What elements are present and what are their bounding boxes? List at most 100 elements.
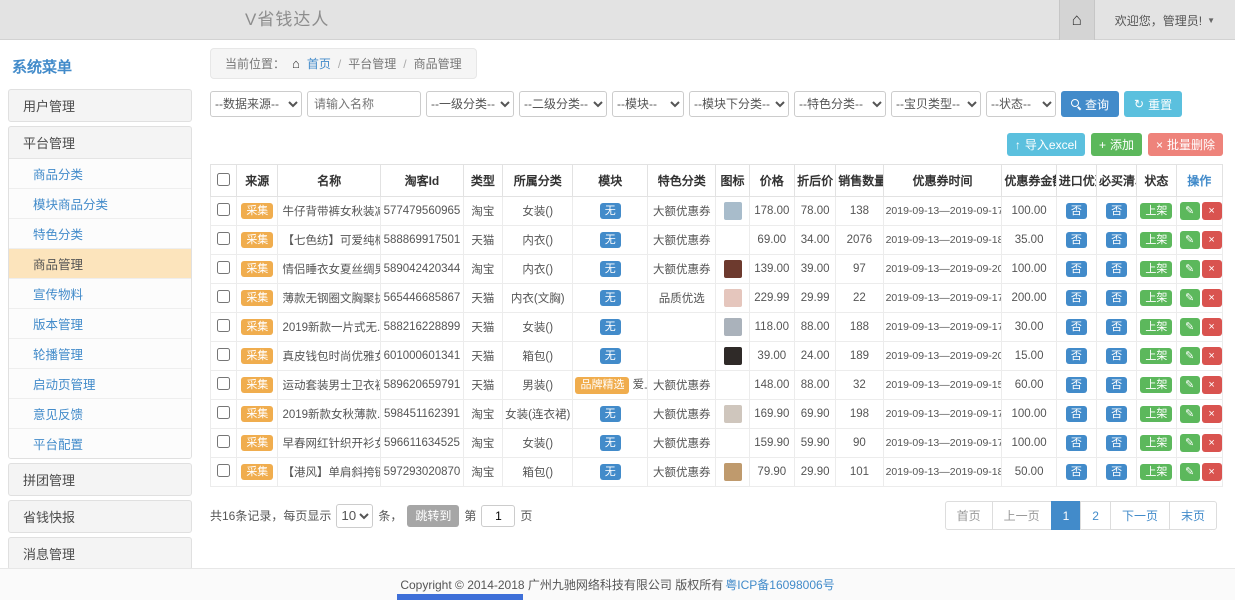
status-badge[interactable]: 上架	[1140, 464, 1172, 480]
status-badge[interactable]: 上架	[1140, 435, 1172, 451]
module-badge[interactable]: 无	[600, 435, 621, 451]
user-menu[interactable]: 欢迎您，管理员! ▼	[1095, 12, 1235, 29]
status-badge[interactable]: 上架	[1140, 232, 1172, 248]
must-buy-badge[interactable]: 否	[1106, 377, 1127, 393]
module-badge[interactable]: 品牌精选	[575, 377, 629, 393]
edit-button[interactable]: ✎	[1180, 289, 1200, 307]
edit-button[interactable]: ✎	[1180, 463, 1200, 481]
row-checkbox[interactable]	[217, 435, 230, 448]
page-button-0[interactable]: 首页	[945, 501, 993, 530]
status-select[interactable]: --状态--	[986, 91, 1056, 117]
level1-category-select[interactable]: --一级分类--	[426, 91, 514, 117]
page-button-3[interactable]: 2	[1080, 501, 1111, 530]
sidebar-subitem-10[interactable]: 意见反馈	[9, 398, 191, 428]
module-badge[interactable]: 无	[600, 261, 621, 277]
status-badge[interactable]: 上架	[1140, 290, 1172, 306]
module-badge[interactable]: 无	[600, 290, 621, 306]
row-checkbox[interactable]	[217, 290, 230, 303]
edit-button[interactable]: ✎	[1180, 434, 1200, 452]
sidebar-subitem-7[interactable]: 版本管理	[9, 308, 191, 338]
must-buy-badge[interactable]: 否	[1106, 348, 1127, 364]
reset-button[interactable]: ↻重置	[1124, 91, 1182, 117]
edit-button[interactable]: ✎	[1180, 231, 1200, 249]
edit-button[interactable]: ✎	[1180, 376, 1200, 394]
must-buy-badge[interactable]: 否	[1106, 232, 1127, 248]
delete-button[interactable]: ×	[1202, 463, 1222, 481]
module-badge[interactable]: 无	[600, 319, 621, 335]
status-badge[interactable]: 上架	[1140, 203, 1172, 219]
sidebar-subitem-8[interactable]: 轮播管理	[9, 338, 191, 368]
per-page-select[interactable]: 10	[336, 504, 373, 528]
icp-link[interactable]: 粤ICP备16098006号	[725, 576, 834, 593]
row-checkbox[interactable]	[217, 348, 230, 361]
row-checkbox[interactable]	[217, 203, 230, 216]
sidebar-item-1[interactable]: 平台管理	[9, 127, 191, 158]
module-badge[interactable]: 无	[600, 464, 621, 480]
import-select-badge[interactable]: 否	[1066, 464, 1087, 480]
search-button[interactable]: 查询	[1061, 91, 1119, 117]
status-badge[interactable]: 上架	[1140, 406, 1172, 422]
row-checkbox[interactable]	[217, 232, 230, 245]
edit-button[interactable]: ✎	[1180, 260, 1200, 278]
jump-page-input[interactable]	[481, 505, 515, 527]
page-button-2[interactable]: 1	[1051, 501, 1082, 530]
module-badge[interactable]: 无	[600, 406, 621, 422]
import-select-badge[interactable]: 否	[1066, 261, 1087, 277]
status-badge[interactable]: 上架	[1140, 348, 1172, 364]
name-input[interactable]	[307, 91, 421, 117]
must-buy-badge[interactable]: 否	[1106, 319, 1127, 335]
delete-button[interactable]: ×	[1202, 260, 1222, 278]
page-button-4[interactable]: 下一页	[1110, 501, 1170, 530]
feature-category-select[interactable]: --特色分类--	[794, 91, 886, 117]
import-select-badge[interactable]: 否	[1066, 319, 1087, 335]
delete-button[interactable]: ×	[1202, 231, 1222, 249]
delete-button[interactable]: ×	[1202, 202, 1222, 220]
sidebar-item-13[interactable]: 省钱快报	[9, 501, 191, 532]
import-excel-button[interactable]: ↑ 导入excel	[1007, 133, 1085, 156]
page-button-5[interactable]: 末页	[1169, 501, 1217, 530]
sidebar-subitem-5[interactable]: 商品管理	[9, 248, 191, 278]
module-badge[interactable]: 无	[600, 348, 621, 364]
import-select-badge[interactable]: 否	[1066, 406, 1087, 422]
must-buy-badge[interactable]: 否	[1106, 290, 1127, 306]
batch-delete-button[interactable]: × 批量删除	[1148, 133, 1223, 156]
import-select-badge[interactable]: 否	[1066, 435, 1087, 451]
sidebar-item-0[interactable]: 用户管理	[9, 90, 191, 121]
delete-button[interactable]: ×	[1202, 405, 1222, 423]
module-badge[interactable]: 无	[600, 203, 621, 219]
import-select-badge[interactable]: 否	[1066, 203, 1087, 219]
module-select[interactable]: --模块--	[612, 91, 684, 117]
sidebar-subitem-11[interactable]: 平台配置	[9, 428, 191, 458]
module-badge[interactable]: 无	[600, 232, 621, 248]
delete-button[interactable]: ×	[1202, 318, 1222, 336]
delete-button[interactable]: ×	[1202, 376, 1222, 394]
row-checkbox[interactable]	[217, 464, 230, 477]
edit-button[interactable]: ✎	[1180, 347, 1200, 365]
delete-button[interactable]: ×	[1202, 434, 1222, 452]
must-buy-badge[interactable]: 否	[1106, 261, 1127, 277]
row-checkbox[interactable]	[217, 377, 230, 390]
import-select-badge[interactable]: 否	[1066, 232, 1087, 248]
home-button[interactable]: ⌂	[1059, 0, 1095, 40]
select-all-checkbox[interactable]	[217, 173, 230, 186]
import-select-badge[interactable]: 否	[1066, 377, 1087, 393]
import-select-badge[interactable]: 否	[1066, 348, 1087, 364]
module-sub-category-select[interactable]: --模块下分类--	[689, 91, 789, 117]
row-checkbox[interactable]	[217, 261, 230, 274]
sidebar-subitem-9[interactable]: 启动页管理	[9, 368, 191, 398]
import-select-badge[interactable]: 否	[1066, 290, 1087, 306]
sidebar-subitem-4[interactable]: 特色分类	[9, 218, 191, 248]
breadcrumb-home-link[interactable]: 首页	[307, 55, 331, 72]
edit-button[interactable]: ✎	[1180, 202, 1200, 220]
must-buy-badge[interactable]: 否	[1106, 406, 1127, 422]
level2-category-select[interactable]: --二级分类--	[519, 91, 607, 117]
add-button[interactable]: + 添加	[1091, 133, 1142, 156]
sidebar-item-14[interactable]: 消息管理	[9, 538, 191, 568]
edit-button[interactable]: ✎	[1180, 405, 1200, 423]
data-source-select[interactable]: --数据来源--	[210, 91, 302, 117]
sidebar-subitem-3[interactable]: 模块商品分类	[9, 188, 191, 218]
edit-button[interactable]: ✎	[1180, 318, 1200, 336]
delete-button[interactable]: ×	[1202, 347, 1222, 365]
sidebar-subitem-2[interactable]: 商品分类	[9, 159, 191, 188]
jump-button[interactable]: 跳转到	[407, 505, 459, 527]
